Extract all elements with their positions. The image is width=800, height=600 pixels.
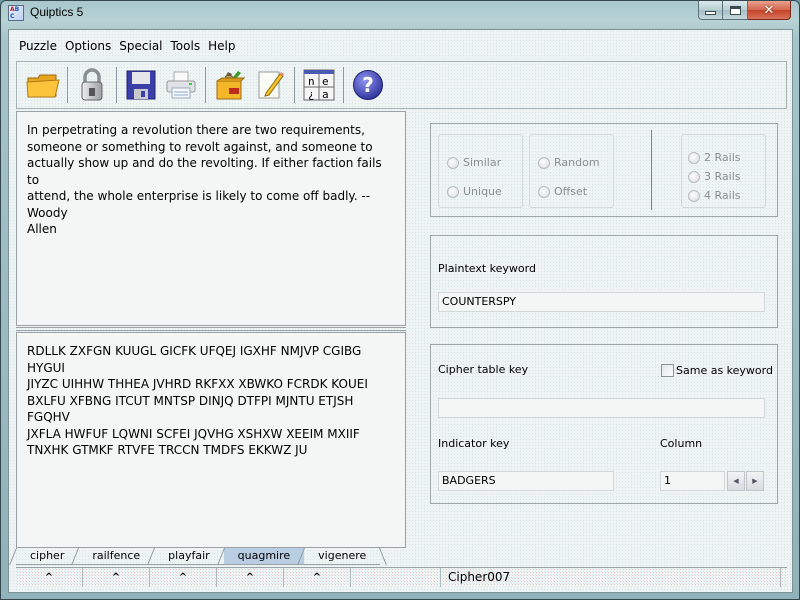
help-button[interactable]: ? — [348, 65, 388, 105]
same-as-keyword-label[interactable]: Same as keyword — [676, 364, 773, 377]
column-increment-button[interactable]: ▶ — [746, 471, 764, 491]
plaintext-keyword-group: Plaintext keyword COUNTERSPY — [430, 235, 778, 328]
left-arrow-icon: ◀ — [733, 477, 739, 485]
column-decrement-button[interactable]: ◀ — [727, 471, 745, 491]
svg-text:?: ? — [362, 73, 374, 97]
column-input[interactable]: 1 — [660, 471, 725, 491]
tools-button[interactable] — [210, 65, 250, 105]
same-as-keyword-checkbox[interactable] — [661, 364, 674, 377]
toolbox-icon — [216, 71, 246, 100]
radio-similar[interactable]: Similar — [447, 156, 501, 169]
printer-icon — [166, 71, 196, 99]
save-button[interactable] — [121, 65, 161, 105]
radio-3-rails[interactable]: 3 Rails — [688, 170, 740, 183]
toolbar-separator — [343, 67, 344, 103]
random-offset-group: Random Offset — [529, 134, 614, 208]
close-icon: ✕ — [763, 2, 775, 18]
toolbar-separator — [116, 67, 117, 103]
grid-letter: e — [322, 75, 329, 88]
tab-quagmire[interactable]: quagmire — [223, 548, 305, 565]
toolbar-separator — [67, 67, 68, 103]
radio-button[interactable] — [688, 189, 700, 202]
tab-playfair[interactable]: playfair — [154, 548, 224, 565]
tab-railfence[interactable]: railfence — [78, 548, 155, 565]
menu-bar: Puzzle Options Special Tools Help — [15, 39, 239, 53]
radio-4-rails[interactable]: 4 Rails — [688, 189, 740, 202]
radio-unique[interactable]: Unique — [447, 185, 502, 198]
menu-tools[interactable]: Tools — [167, 39, 205, 53]
close-button[interactable]: ✕ — [748, 1, 791, 20]
plaintext-area[interactable]: In perpetrating a revolution there are t… — [16, 111, 406, 326]
menu-options[interactable]: Options — [61, 39, 115, 53]
toolbar-separator — [294, 67, 295, 103]
similar-unique-group: Similar Unique — [438, 134, 523, 208]
open-button[interactable] — [23, 65, 63, 105]
title-bar[interactable]: AB C Quiptics 5 ✕ — [1, 1, 799, 27]
options-divider — [651, 130, 652, 210]
app-window: AB C Quiptics 5 ✕ Puzzle Options Special … — [0, 0, 800, 600]
print-button[interactable] — [161, 65, 201, 105]
plaintext-keyword-input[interactable]: COUNTERSPY — [438, 292, 765, 312]
column-label: Column — [660, 437, 703, 450]
puzzle-name: Cipher007 — [441, 568, 781, 587]
grid-letter: ¿ — [308, 88, 315, 101]
right-arrow-icon: ▶ — [752, 477, 758, 485]
lock-button[interactable] — [72, 65, 112, 105]
menu-puzzle[interactable]: Puzzle — [15, 39, 61, 53]
ciphertext-area[interactable]: RDLLK ZXFGN KUUGL GICFK UFQEJ IGXHF NMJV… — [16, 332, 406, 548]
notes-button[interactable] — [250, 65, 290, 105]
toolbar-separator — [205, 67, 206, 103]
radio-button[interactable] — [538, 185, 550, 198]
tab-vigenere[interactable]: vigenere — [304, 548, 381, 565]
radio-offset[interactable]: Offset — [538, 185, 587, 198]
status-arrow[interactable]: ^ — [284, 568, 351, 587]
window-title: Quiptics 5 — [30, 5, 84, 19]
indicator-key-input[interactable]: BADGERS — [438, 471, 614, 491]
alphabet-button[interactable]: n e ¿ a — [299, 65, 339, 105]
maximize-button[interactable] — [723, 1, 748, 20]
pane-splitter[interactable] — [16, 327, 406, 331]
menu-help[interactable]: Help — [204, 39, 239, 53]
status-arrow[interactable]: ^ — [16, 568, 83, 587]
radio-random[interactable]: Random — [538, 156, 600, 169]
rails-group: 2 Rails 3 Rails 4 Rails — [681, 134, 766, 208]
options-group: Similar Unique Random Offset 2 Rails 3 R… — [430, 123, 778, 217]
plaintext-keyword-label: Plaintext keyword — [438, 262, 536, 275]
minimize-icon — [705, 10, 716, 15]
cipher-key-group: Cipher table key Same as keyword Indicat… — [430, 344, 778, 504]
toolbar: n e ¿ a ? — [16, 61, 787, 109]
minimize-button[interactable] — [698, 1, 723, 20]
letter-grid-icon: n e ¿ a — [303, 69, 335, 101]
menu-special[interactable]: Special — [115, 39, 166, 53]
client-area: Puzzle Options Special Tools Help n e ¿ … — [8, 29, 793, 593]
cipher-table-key-input[interactable] — [438, 398, 765, 418]
maximize-icon — [729, 5, 741, 15]
radio-button[interactable] — [688, 170, 700, 183]
grid-letter: a — [322, 88, 329, 101]
status-arrow[interactable]: ^ — [83, 568, 150, 587]
radio-button[interactable] — [447, 185, 459, 198]
status-arrow[interactable]: ^ — [217, 568, 284, 587]
notepad-pencil-icon — [258, 71, 284, 99]
padlock-icon — [81, 68, 103, 101]
tab-cipher[interactable]: cipher — [16, 548, 79, 565]
radio-button[interactable] — [688, 151, 700, 164]
radio-button[interactable] — [538, 156, 550, 169]
radio-2-rails[interactable]: 2 Rails — [688, 151, 740, 164]
indicator-key-label: Indicator key — [438, 437, 510, 450]
floppy-disk-icon — [126, 70, 156, 100]
folder-icon — [26, 74, 60, 98]
cipher-table-key-label: Cipher table key — [438, 363, 529, 376]
status-bar: ^ ^ ^ ^ ^ Cipher007 — [16, 567, 787, 587]
status-arrow[interactable]: ^ — [150, 568, 217, 587]
status-blank — [351, 568, 441, 587]
app-icon: AB C — [8, 5, 24, 21]
cipher-tabs: cipher railfence playfair quagmire vigen… — [16, 548, 381, 565]
help-icon: ? — [353, 70, 383, 100]
radio-button[interactable] — [447, 156, 459, 169]
grid-letter: n — [308, 75, 315, 88]
